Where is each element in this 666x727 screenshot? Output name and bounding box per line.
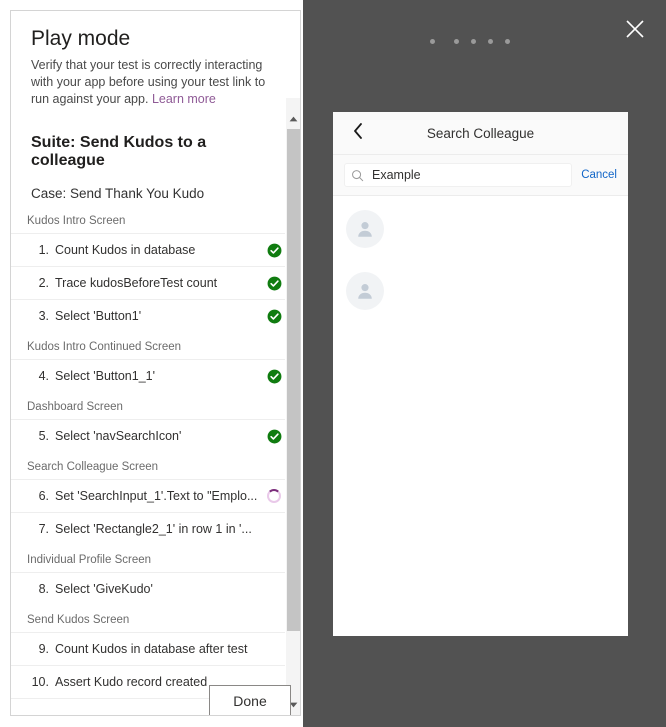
step-description: Count Kudos in database after test	[55, 642, 248, 656]
scroll-up-button[interactable]	[286, 109, 300, 127]
app-screen-title: Search Colleague	[426, 125, 535, 141]
list-item[interactable]	[333, 272, 628, 334]
scrollbar-thumb[interactable]	[287, 129, 300, 631]
cancel-button[interactable]: Cancel	[581, 169, 617, 181]
step-description: Select 'GiveKudo'	[55, 582, 153, 596]
screen-group-label: Individual Profile Screen	[27, 554, 152, 566]
step-number: 5.	[38, 429, 49, 443]
step-number: 8.	[38, 582, 49, 596]
check-circle-icon	[267, 276, 281, 290]
status-badge	[264, 369, 284, 384]
table-row[interactable]: 4. Select 'Button1_1'	[11, 359, 300, 392]
screen-group-label: Dashboard Screen	[27, 401, 123, 413]
screen-group-label: Kudos Intro Continued Screen	[27, 341, 182, 353]
status-badge	[264, 243, 284, 258]
table-row[interactable]: 3. Select 'Button1'	[11, 299, 300, 332]
app-search-bar: Example Cancel	[333, 155, 628, 196]
step-number: 3.	[38, 309, 49, 323]
table-row[interactable]: 5. Select 'navSearchIcon'	[11, 419, 300, 452]
panel-description-text: Verify that your test is correctly inter…	[31, 58, 266, 106]
loading-dot	[454, 39, 459, 44]
avatar	[346, 210, 384, 248]
search-input-value: Example	[372, 168, 421, 182]
test-steps-list: Kudos Intro Screen 1. Count Kudos in dat…	[11, 215, 300, 706]
step-description: Select 'Button1'	[55, 309, 142, 323]
loading-dot	[471, 39, 476, 44]
play-mode-panel: Play mode Verify that your test is corre…	[10, 10, 301, 716]
case-title: Case: Send Thank You Kudo	[31, 186, 205, 201]
loading-spinner-icon	[267, 489, 281, 503]
panel-scrollbar[interactable]	[285, 98, 300, 715]
loading-dot	[430, 39, 435, 44]
search-input[interactable]: Example	[344, 163, 573, 187]
step-description: Select 'navSearchIcon'	[55, 429, 182, 443]
back-button[interactable]	[345, 112, 371, 154]
table-row[interactable]: 1. Count Kudos in database	[11, 233, 300, 266]
search-icon	[351, 169, 364, 182]
step-number: 7.	[38, 522, 49, 536]
status-badge	[264, 429, 284, 444]
status-badge	[264, 489, 284, 503]
step-description: Count Kudos in database	[55, 243, 196, 257]
learn-more-link[interactable]: Learn more	[152, 92, 216, 106]
close-button[interactable]	[620, 14, 650, 44]
table-row[interactable]: 8. Select 'GiveKudo'	[11, 572, 300, 605]
play-mode-screen: Search Colleague Example Cancel Play mod…	[0, 0, 666, 727]
check-circle-icon	[267, 243, 281, 257]
person-avatar-icon	[358, 284, 372, 299]
panel-header: Play mode Verify that your test is corre…	[11, 11, 300, 108]
close-icon	[625, 19, 645, 39]
check-circle-icon	[267, 369, 281, 383]
panel-description: Verify that your test is correctly inter…	[31, 57, 280, 108]
step-number: 2.	[38, 276, 49, 290]
done-button[interactable]: Done	[209, 685, 291, 715]
back-chevron-icon	[352, 122, 365, 145]
table-row[interactable]: 7. Select 'Rectangle2_1' in row 1 in '..…	[11, 512, 300, 545]
step-number: 9.	[38, 642, 49, 656]
screen-group-label: Kudos Intro Screen	[27, 215, 126, 227]
step-description: Trace kudosBeforeTest count	[55, 276, 218, 290]
suite-title: Suite: Send Kudos to a colleague	[31, 134, 207, 169]
screen-group-label: Send Kudos Screen	[27, 614, 130, 626]
table-row[interactable]: 6. Set 'SearchInput_1'.Text to "Emplo...	[11, 479, 300, 512]
search-results-list	[333, 196, 628, 334]
step-number: 10.	[31, 675, 49, 689]
status-badge	[264, 276, 284, 291]
chevron-up-icon	[289, 109, 298, 127]
step-number: 6.	[38, 489, 49, 503]
avatar	[346, 272, 384, 310]
table-row[interactable]: 9. Count Kudos in database after test	[11, 632, 300, 665]
loading-dots	[430, 39, 522, 44]
loading-dot	[488, 39, 493, 44]
check-circle-icon	[267, 309, 281, 323]
check-circle-icon	[267, 429, 281, 443]
loading-dot	[505, 39, 510, 44]
screen-group-label: Search Colleague Screen	[27, 461, 159, 473]
step-description: Select 'Button1_1'	[55, 369, 155, 383]
step-description: Set 'SearchInput_1'.Text to "Emplo...	[55, 489, 258, 503]
status-badge	[264, 309, 284, 324]
app-preview: Search Colleague Example Cancel	[333, 112, 628, 636]
app-header: Search Colleague	[333, 112, 628, 155]
person-avatar-icon	[358, 222, 372, 237]
page-title: Play mode	[31, 27, 131, 50]
step-number: 4.	[38, 369, 49, 383]
table-row[interactable]: 2. Trace kudosBeforeTest count	[11, 266, 300, 299]
step-number: 1.	[38, 243, 49, 257]
list-item[interactable]	[333, 210, 628, 272]
step-description: Select 'Rectangle2_1' in row 1 in '...	[55, 522, 252, 536]
